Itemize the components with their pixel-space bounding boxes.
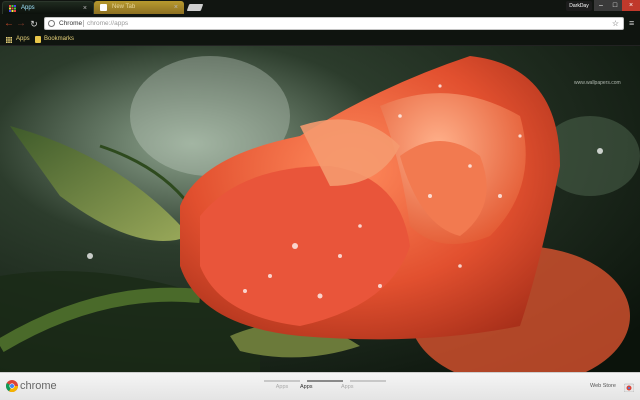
bookmarks-bar: Apps Bookmarks <box>0 34 640 46</box>
omnibox-separator <box>83 20 84 27</box>
folder-icon <box>35 36 41 43</box>
tab-strip: Apps × New Tab × DarkDay – □ × <box>0 0 640 14</box>
apps-grid-icon <box>9 5 16 12</box>
minimize-button[interactable]: – <box>594 0 608 11</box>
chrome-wordmark: chrome <box>20 380 57 392</box>
page-indicator-3[interactable] <box>350 380 386 382</box>
omnibox-url[interactable]: chrome://apps <box>87 18 128 29</box>
rose-image <box>0 46 640 372</box>
web-store-icon[interactable] <box>624 382 634 392</box>
tab-new-tab[interactable]: New Tab × <box>94 1 184 14</box>
bookmark-bookmarks[interactable]: Bookmarks <box>44 34 74 45</box>
tab-new-tab-label: New Tab <box>112 4 136 10</box>
bookmark-star-icon[interactable]: ☆ <box>612 18 619 29</box>
apps-bottom-bar: chrome Apps Apps Apps Web Store <box>0 372 640 400</box>
page-label-2[interactable]: Apps <box>300 384 336 390</box>
background-photo <box>0 46 640 372</box>
reload-button[interactable]: ↻ <box>29 18 39 30</box>
address-bar[interactable]: Chrome chrome://apps ☆ <box>44 17 624 30</box>
web-store-link[interactable]: Web Store <box>590 383 616 389</box>
page-icon <box>100 4 107 11</box>
page-label-1[interactable]: Apps <box>264 384 300 390</box>
close-window-button[interactable]: × <box>622 0 640 11</box>
profile-button[interactable]: DarkDay <box>566 1 592 11</box>
page-indicator-2[interactable] <box>307 380 343 382</box>
forward-button[interactable]: → <box>16 18 26 30</box>
back-button[interactable]: ← <box>4 18 14 30</box>
omnibox-chip: Chrome <box>59 20 83 27</box>
apps-grid-icon <box>6 37 12 43</box>
tab-apps-label: Apps <box>21 5 35 11</box>
bookmark-apps[interactable]: Apps <box>16 34 30 45</box>
chrome-page-icon <box>48 20 55 27</box>
page-label-3[interactable]: Apps <box>341 384 377 390</box>
menu-icon[interactable]: ≡ <box>629 17 634 29</box>
maximize-button[interactable]: □ <box>608 0 622 11</box>
page-indicator-1[interactable] <box>264 380 300 382</box>
tab-new-tab-close-icon[interactable]: × <box>174 1 178 14</box>
chrome-logo-icon <box>6 380 18 392</box>
photo-watermark: www.wallpapers.com <box>574 80 621 86</box>
tab-apps[interactable]: Apps × <box>2 1 94 14</box>
new-tab-button[interactable] <box>186 4 204 11</box>
